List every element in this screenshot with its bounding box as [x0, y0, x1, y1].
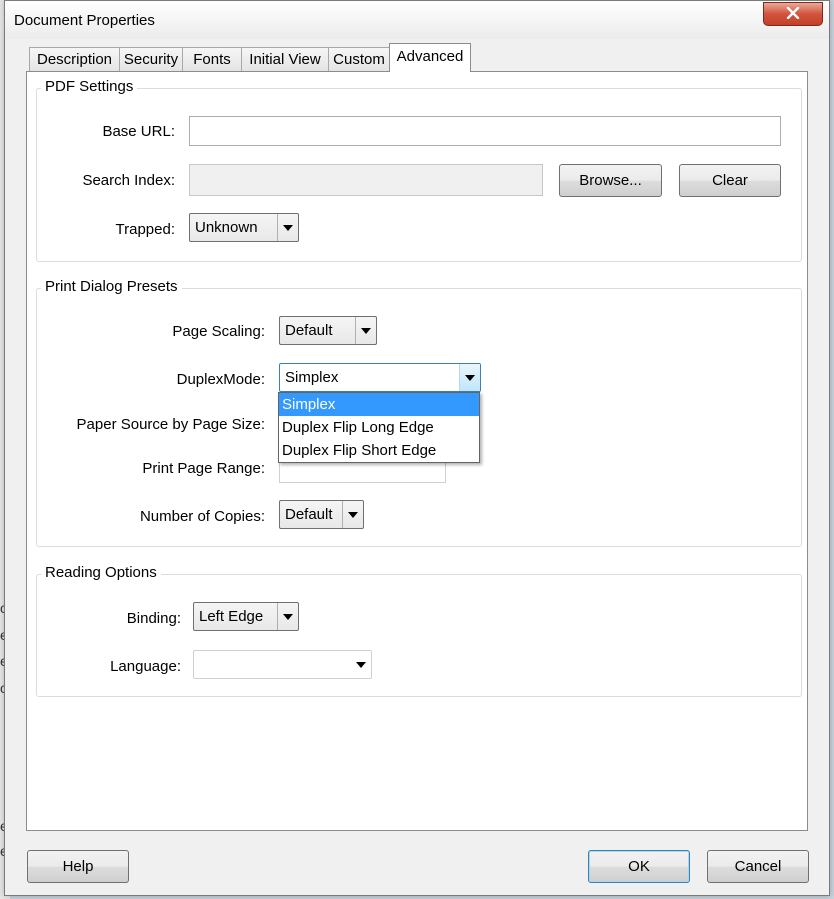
dialog-title: Document Properties [14, 12, 155, 29]
duplex-mode-value: Simplex [285, 369, 339, 386]
trapped-select[interactable]: Unknown [189, 213, 299, 242]
page-scaling-select[interactable]: Default [279, 316, 377, 345]
base-url-label: Base URL: [102, 123, 175, 140]
binding-label: Binding: [126, 610, 181, 627]
page-scaling-label: Page Scaling: [172, 323, 265, 340]
browse-button[interactable]: Browse... [559, 164, 662, 197]
tab-advanced[interactable]: Advanced [389, 43, 471, 72]
copies-label: Number of Copies: [139, 508, 265, 525]
language-select[interactable] [193, 650, 372, 679]
print-range-label: Print Page Range: [142, 460, 265, 477]
binding-value: Left Edge [199, 608, 264, 625]
chevron-down-icon [277, 603, 298, 630]
binding-select[interactable]: Left Edge [193, 602, 299, 631]
pdf-settings-group: PDF Settings Base URL: Search Index: Bro… [36, 78, 802, 262]
chevron-down-icon [342, 501, 363, 528]
reading-options-legend: Reading Options [41, 564, 161, 581]
page-scaling-value: Default [285, 322, 333, 339]
tab-custom[interactable]: Custom [328, 47, 390, 71]
duplex-mode-label: DuplexMode: [176, 371, 265, 388]
ok-button[interactable]: OK [588, 850, 690, 883]
chevron-down-icon [355, 317, 376, 344]
duplex-option-short-edge[interactable]: Duplex Flip Short Edge [279, 439, 479, 462]
clear-button[interactable]: Clear [679, 164, 781, 197]
paper-source-label: Paper Source by Page Size: [76, 416, 265, 433]
copies-value: Default [285, 506, 333, 523]
chevron-down-icon [277, 214, 298, 241]
tab-description[interactable]: Description [29, 47, 120, 71]
reading-options-group: Reading Options Binding: Left Edge Langu… [36, 564, 802, 697]
tab-initial-view[interactable]: Initial View [241, 47, 329, 71]
chevron-down-icon [459, 364, 480, 391]
chevron-down-icon [351, 651, 371, 678]
search-index-label: Search Index: [82, 172, 175, 189]
trapped-label: Trapped: [115, 221, 175, 238]
tab-fonts[interactable]: Fonts [182, 47, 242, 71]
search-index-field [189, 164, 543, 196]
duplex-option-long-edge[interactable]: Duplex Flip Long Edge [279, 416, 479, 439]
base-url-input[interactable] [189, 116, 781, 146]
print-presets-legend: Print Dialog Presets [41, 278, 182, 295]
close-button[interactable] [763, 2, 823, 26]
duplex-mode-select[interactable]: Simplex [279, 363, 481, 392]
cancel-button[interactable]: Cancel [707, 850, 809, 883]
title-bar: Document Properties [5, 1, 829, 39]
trapped-value: Unknown [195, 219, 258, 236]
duplex-option-simplex[interactable]: Simplex [279, 393, 479, 416]
copies-select[interactable]: Default [279, 500, 364, 529]
duplex-mode-dropdown-list: Simplex Duplex Flip Long Edge Duplex Fli… [278, 392, 480, 463]
language-label: Language: [110, 658, 181, 675]
tab-security[interactable]: Security [119, 47, 183, 71]
pdf-settings-legend: PDF Settings [41, 78, 138, 95]
close-icon [786, 6, 800, 20]
help-button[interactable]: Help [27, 850, 129, 883]
